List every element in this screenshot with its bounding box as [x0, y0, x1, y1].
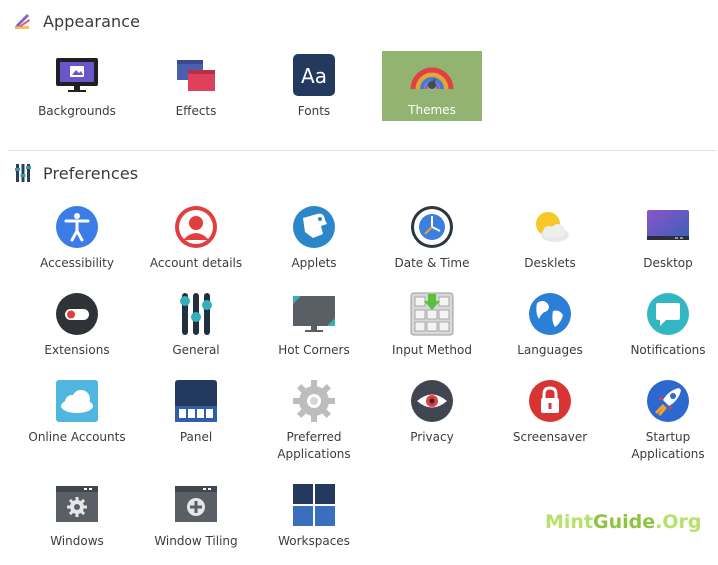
- tile-languages[interactable]: Languages: [494, 290, 606, 374]
- tile-backgrounds[interactable]: Backgrounds: [21, 51, 133, 135]
- padlock-icon: [527, 378, 573, 424]
- weather-sun-cloud-icon: [527, 204, 573, 250]
- clock-icon: [409, 204, 455, 250]
- svg-text:Aa: Aa: [301, 64, 327, 88]
- workspaces-grid-icon: [291, 482, 337, 528]
- watermark-part: Guide: [593, 511, 656, 533]
- tile-label: Privacy: [410, 430, 454, 444]
- tile-desktop[interactable]: Desktop: [612, 203, 718, 287]
- tile-label: Workspaces: [278, 534, 350, 548]
- tile-window-tiling[interactable]: Window Tiling: [140, 481, 252, 565]
- tile-applets[interactable]: Applets: [258, 203, 370, 287]
- tile-general[interactable]: General: [140, 290, 252, 374]
- tile-label: Accessibility: [40, 256, 114, 270]
- effects-windows-icon: [173, 52, 219, 98]
- tile-label-line: Startup: [645, 430, 691, 444]
- preferences-header: Preferences: [12, 160, 138, 186]
- tile-label: Window Tiling: [154, 534, 238, 548]
- tile-panel[interactable]: Panel: [140, 377, 252, 461]
- monitor-picture-icon: [54, 52, 100, 98]
- tile-label: General: [172, 343, 220, 357]
- tile-themes[interactable]: Themes: [382, 51, 482, 121]
- watermark-part: Mint: [545, 511, 594, 533]
- speech-bubble-icon: [645, 291, 691, 337]
- watermark-logo: MintGuide.Org: [545, 511, 702, 533]
- hot-corners-monitor-icon: [291, 291, 337, 337]
- tile-label-line: Applications: [277, 447, 351, 461]
- rocket-icon: [645, 378, 691, 424]
- tile-workspaces[interactable]: Workspaces: [258, 481, 370, 565]
- tile-label: Startup Applications: [631, 429, 704, 463]
- tile-label: Online Accounts: [28, 430, 126, 444]
- tile-label: Backgrounds: [38, 104, 116, 118]
- keyboard-input-icon: [409, 291, 455, 337]
- tile-label: Windows: [50, 534, 104, 548]
- globe-icon: [527, 291, 573, 337]
- tile-label: Fonts: [297, 104, 331, 118]
- window-tiling-icon: [173, 482, 219, 528]
- fonts-aa-icon: Aa: [291, 52, 337, 98]
- tile-desklets[interactable]: Desklets: [494, 203, 606, 287]
- gear-icon: [291, 378, 337, 424]
- paintbrush-icon: [12, 10, 34, 32]
- tile-label: Extensions: [44, 343, 110, 357]
- tile-startup-applications[interactable]: Startup Applications: [612, 377, 718, 461]
- sliders-icon: [173, 291, 219, 337]
- tile-label: Notifications: [630, 343, 706, 357]
- tile-label: Screensaver: [512, 430, 588, 444]
- applets-puzzle-icon: [291, 204, 337, 250]
- tile-account-details[interactable]: Account details: [140, 203, 252, 287]
- tile-label: Applets: [291, 256, 337, 270]
- appearance-header: Appearance: [12, 8, 140, 34]
- tile-label: Panel: [179, 430, 213, 444]
- themes-rainbow-icon: [409, 52, 455, 98]
- tile-label: Desktop: [643, 256, 693, 270]
- section-title-preferences: Preferences: [43, 163, 139, 183]
- tile-effects[interactable]: Effects: [140, 51, 252, 135]
- cloud-icon: [54, 378, 100, 424]
- toggle-switch-icon: [54, 291, 100, 337]
- tile-label: Themes: [408, 103, 456, 117]
- tile-privacy[interactable]: Privacy: [376, 377, 488, 461]
- accessibility-icon: [54, 204, 100, 250]
- tile-label: Effects: [175, 104, 217, 118]
- tile-label: Date & Time: [394, 256, 470, 270]
- tile-label: Account details: [149, 256, 243, 270]
- tile-label: Desklets: [524, 256, 576, 270]
- tile-label: Hot Corners: [278, 343, 350, 357]
- section-divider: [8, 150, 716, 151]
- tile-hot-corners[interactable]: Hot Corners: [258, 290, 370, 374]
- tile-date-time[interactable]: Date & Time: [376, 203, 488, 287]
- tile-windows[interactable]: Windows: [21, 481, 133, 565]
- tile-accessibility[interactable]: Accessibility: [21, 203, 133, 287]
- sliders-small-icon: [12, 162, 34, 184]
- tile-fonts[interactable]: Aa Fonts: [258, 51, 370, 135]
- section-title-appearance: Appearance: [43, 11, 141, 31]
- panel-bar-icon: [173, 378, 219, 424]
- tile-screensaver[interactable]: Screensaver: [494, 377, 606, 461]
- tile-online-accounts[interactable]: Online Accounts: [21, 377, 133, 461]
- tile-label-line: Preferred: [286, 430, 342, 444]
- window-gear-icon: [54, 482, 100, 528]
- tile-label: Languages: [517, 343, 583, 357]
- desktop-screen-icon: [645, 204, 691, 250]
- tile-label-line: Applications: [631, 447, 705, 461]
- tile-input-method[interactable]: Input Method: [376, 290, 488, 374]
- tile-preferred-applications[interactable]: Preferred Applications: [258, 377, 370, 461]
- user-avatar-icon: [173, 204, 219, 250]
- tile-label: Preferred Applications: [277, 429, 350, 463]
- watermark-part: .Org: [655, 511, 702, 533]
- tile-label: Input Method: [392, 343, 472, 357]
- tile-extensions[interactable]: Extensions: [21, 290, 133, 374]
- eye-icon: [409, 378, 455, 424]
- tile-notifications[interactable]: Notifications: [612, 290, 718, 374]
